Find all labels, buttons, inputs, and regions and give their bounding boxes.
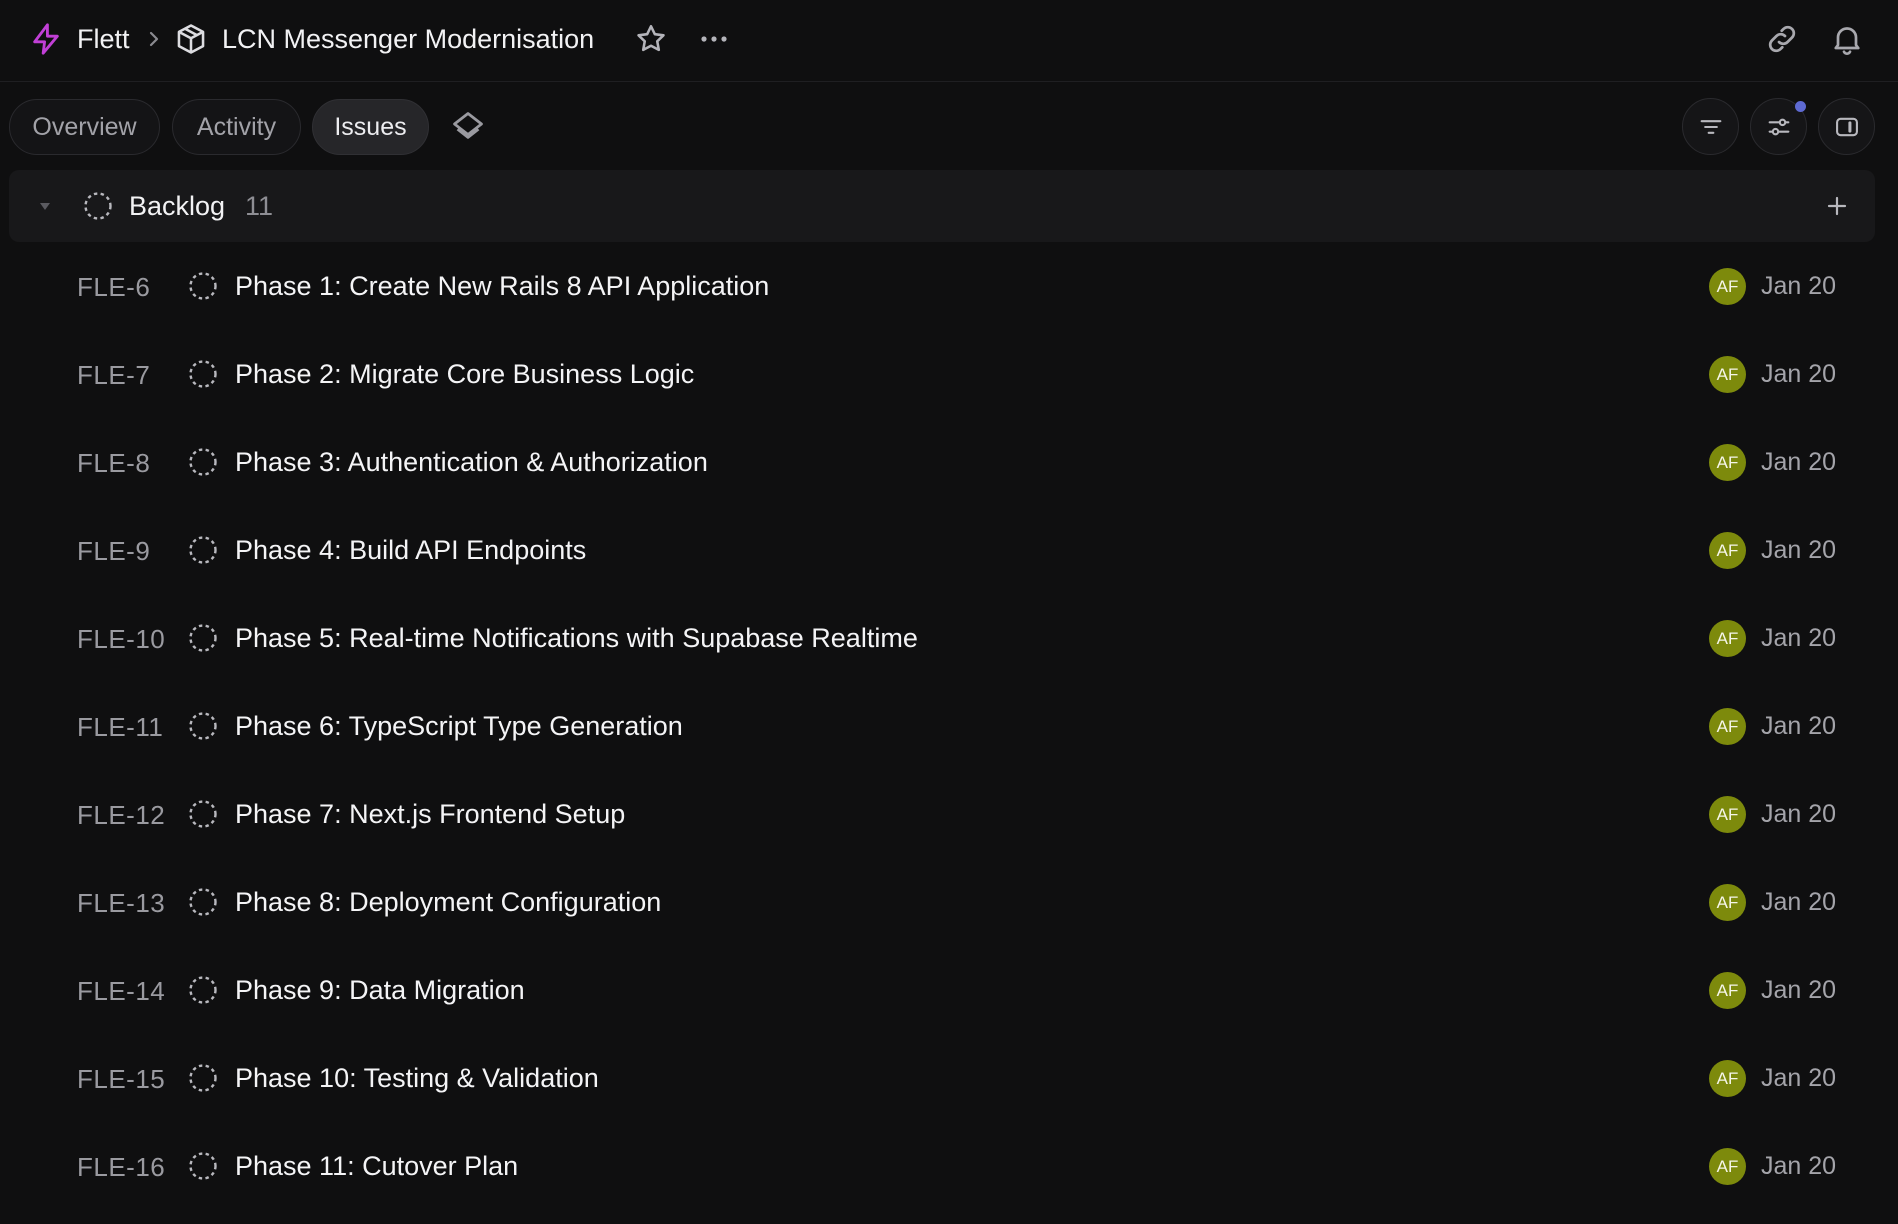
issue-row[interactable]: FLE-15 Phase 10: Testing & Validation AF… xyxy=(0,1038,1898,1126)
issue-title[interactable]: Phase 1: Create New Rails 8 API Applicat… xyxy=(235,266,769,306)
chevron-right-icon xyxy=(144,24,164,54)
assignee-avatar[interactable]: AF xyxy=(1709,708,1746,745)
issue-date: Jan 20 xyxy=(1761,272,1837,300)
issue-title[interactable]: Phase 3: Authentication & Authorization xyxy=(235,442,708,482)
tab-activity[interactable]: Activity xyxy=(172,99,301,155)
issue-title[interactable]: Phase 8: Deployment Configuration xyxy=(235,882,661,922)
display-options-icon xyxy=(1765,113,1793,141)
tab-overview[interactable]: Overview xyxy=(9,99,160,155)
project-name[interactable]: LCN Messenger Modernisation xyxy=(222,20,594,58)
issue-date: Jan 20 xyxy=(1761,536,1837,564)
bell-icon[interactable] xyxy=(1829,21,1865,57)
issue-date: Jan 20 xyxy=(1761,624,1837,652)
issue-row[interactable]: FLE-10 Phase 5: Real-time Notifications … xyxy=(0,598,1898,686)
assignee-avatar[interactable]: AF xyxy=(1709,444,1746,481)
issue-date: Jan 20 xyxy=(1761,1152,1837,1180)
assignee-avatar[interactable]: AF xyxy=(1709,884,1746,921)
backlog-status-icon[interactable] xyxy=(187,974,219,1006)
issue-title[interactable]: Phase 11: Cutover Plan xyxy=(235,1146,518,1186)
assignee-avatar[interactable]: AF xyxy=(1709,268,1746,305)
star-icon[interactable] xyxy=(634,21,668,57)
issue-date: Jan 20 xyxy=(1761,888,1837,916)
issue-row[interactable]: FLE-14 Phase 9: Data Migration AF Jan 20 xyxy=(0,950,1898,1038)
backlog-status-icon[interactable] xyxy=(187,710,219,742)
issue-row[interactable]: FLE-12 Phase 7: Next.js Frontend Setup A… xyxy=(0,774,1898,862)
backlog-group-header[interactable]: Backlog 11 xyxy=(9,170,1875,242)
assignee-avatar[interactable]: AF xyxy=(1709,532,1746,569)
issue-id: FLE-11 xyxy=(77,712,164,742)
lightning-icon[interactable] xyxy=(29,22,63,56)
assignee-avatar[interactable]: AF xyxy=(1709,1148,1746,1185)
issue-id: FLE-9 xyxy=(77,536,151,566)
issue-id: FLE-12 xyxy=(77,800,166,830)
issue-id: FLE-10 xyxy=(77,624,166,654)
more-options-icon[interactable] xyxy=(697,21,731,57)
caret-down-icon[interactable] xyxy=(37,198,53,214)
issue-title[interactable]: Phase 2: Migrate Core Business Logic xyxy=(235,354,694,394)
cube-icon xyxy=(174,22,208,56)
filter-button[interactable] xyxy=(1682,98,1739,155)
layers-icon[interactable] xyxy=(450,109,486,145)
issue-date: Jan 20 xyxy=(1761,800,1837,828)
issue-id: FLE-6 xyxy=(77,272,151,302)
group-count: 11 xyxy=(245,191,274,221)
issue-id: FLE-16 xyxy=(77,1152,166,1182)
issue-row[interactable]: FLE-7 Phase 2: Migrate Core Business Log… xyxy=(0,334,1898,422)
backlog-status-icon[interactable] xyxy=(187,270,219,302)
top-bar: Flett LCN Messenger Modernisation xyxy=(0,0,1898,82)
assignee-avatar[interactable]: AF xyxy=(1709,356,1746,393)
notification-dot xyxy=(1795,101,1806,112)
issue-row[interactable]: FLE-16 Phase 11: Cutover Plan AF Jan 20 xyxy=(0,1126,1898,1214)
issue-row[interactable]: FLE-13 Phase 8: Deployment Configuration… xyxy=(0,862,1898,950)
issue-title[interactable]: Phase 9: Data Migration xyxy=(235,970,525,1010)
backlog-status-icon xyxy=(82,190,114,222)
issue-id: FLE-8 xyxy=(77,448,151,478)
assignee-avatar[interactable]: AF xyxy=(1709,972,1746,1009)
issue-title[interactable]: Phase 4: Build API Endpoints xyxy=(235,530,586,570)
backlog-status-icon[interactable] xyxy=(187,446,219,478)
issue-title[interactable]: Phase 10: Testing & Validation xyxy=(235,1058,599,1098)
issue-date: Jan 20 xyxy=(1761,360,1837,388)
issue-row[interactable]: FLE-8 Phase 3: Authentication & Authoriz… xyxy=(0,422,1898,510)
side-panel-icon xyxy=(1833,113,1861,141)
backlog-status-icon[interactable] xyxy=(187,622,219,654)
side-panel-button[interactable] xyxy=(1818,98,1875,155)
workspace-name[interactable]: Flett xyxy=(77,20,130,58)
issue-id: FLE-13 xyxy=(77,888,166,918)
link-icon[interactable] xyxy=(1764,21,1800,57)
backlog-status-icon[interactable] xyxy=(187,534,219,566)
backlog-status-icon[interactable] xyxy=(187,1150,219,1182)
issue-title[interactable]: Phase 5: Real-time Notifications with Su… xyxy=(235,618,918,658)
plus-icon[interactable] xyxy=(1819,188,1855,224)
issue-date: Jan 20 xyxy=(1761,976,1837,1004)
group-title: Backlog xyxy=(129,191,226,221)
assignee-avatar[interactable]: AF xyxy=(1709,1060,1746,1097)
assignee-avatar[interactable]: AF xyxy=(1709,620,1746,657)
issue-id: FLE-15 xyxy=(77,1064,166,1094)
backlog-status-icon[interactable] xyxy=(187,358,219,390)
issue-list: FLE-6 Phase 1: Create New Rails 8 API Ap… xyxy=(0,246,1898,1214)
tab-issues[interactable]: Issues xyxy=(312,99,429,155)
issue-row[interactable]: FLE-6 Phase 1: Create New Rails 8 API Ap… xyxy=(0,246,1898,334)
filter-icon xyxy=(1697,113,1725,141)
issue-title[interactable]: Phase 6: TypeScript Type Generation xyxy=(235,706,683,746)
issue-id: FLE-14 xyxy=(77,976,166,1006)
issue-date: Jan 20 xyxy=(1761,712,1837,740)
issue-row[interactable]: FLE-11 Phase 6: TypeScript Type Generati… xyxy=(0,686,1898,774)
backlog-status-icon[interactable] xyxy=(187,1062,219,1094)
issue-id: FLE-7 xyxy=(77,360,151,390)
issue-date: Jan 20 xyxy=(1761,1064,1837,1092)
assignee-avatar[interactable]: AF xyxy=(1709,796,1746,833)
backlog-status-icon[interactable] xyxy=(187,798,219,830)
issue-row[interactable]: FLE-9 Phase 4: Build API Endpoints AF Ja… xyxy=(0,510,1898,598)
backlog-status-icon[interactable] xyxy=(187,886,219,918)
issue-title[interactable]: Phase 7: Next.js Frontend Setup xyxy=(235,794,625,834)
issue-date: Jan 20 xyxy=(1761,448,1837,476)
